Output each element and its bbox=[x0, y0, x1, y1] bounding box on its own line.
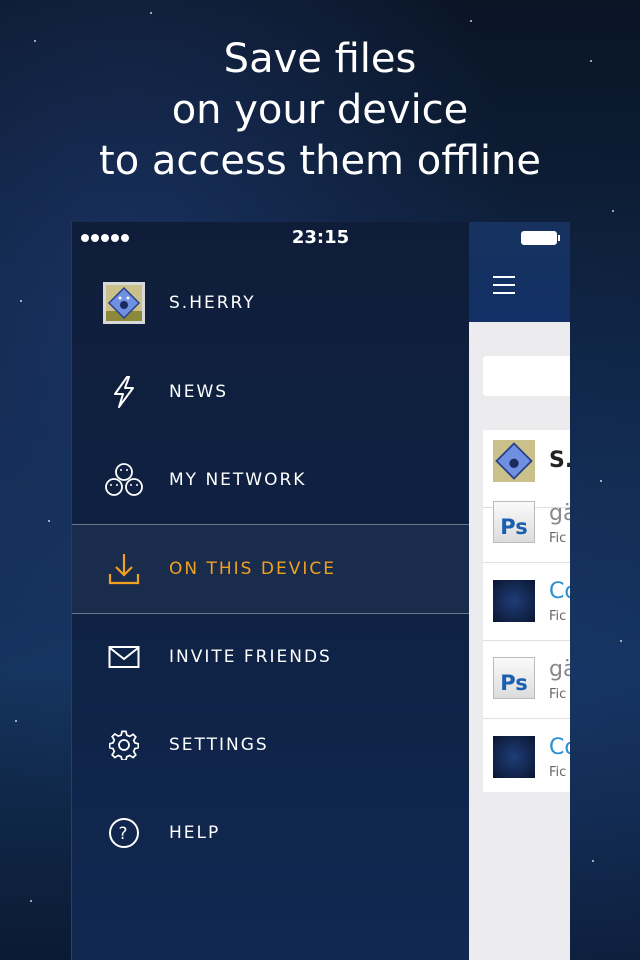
menu-item-on-this-device[interactable]: ON THIS DEVICE bbox=[72, 524, 470, 614]
image-thumbnail bbox=[493, 580, 535, 622]
list-item[interactable]: Co Fic bbox=[483, 563, 570, 641]
search-input[interactable] bbox=[483, 356, 570, 396]
menu-item-my-network[interactable]: MY NETWORK bbox=[72, 436, 470, 524]
list-item[interactable]: Ps gä Fic bbox=[483, 485, 570, 563]
help-icon: ? bbox=[102, 811, 146, 855]
image-thumbnail bbox=[493, 736, 535, 778]
list-item[interactable]: Co Fic bbox=[483, 719, 570, 796]
photoshop-file-icon: Ps bbox=[493, 657, 535, 699]
photoshop-file-icon: Ps bbox=[493, 501, 535, 543]
envelope-icon bbox=[102, 635, 146, 679]
menu-item-label: MY NETWORK bbox=[169, 470, 307, 490]
menu-item-help[interactable]: ? HELP bbox=[72, 789, 470, 877]
list-item-title: Co bbox=[549, 579, 570, 604]
hamburger-menu-icon[interactable] bbox=[493, 276, 515, 294]
status-time: 23:15 bbox=[291, 227, 350, 248]
menu-item-label: HELP bbox=[169, 823, 221, 843]
promo-headline: Save files on your device to access them… bbox=[0, 34, 640, 187]
status-bar: 23:15 bbox=[71, 222, 570, 254]
list-item-subtitle: Fic bbox=[549, 765, 567, 780]
menu-item-label: S.HERRY bbox=[169, 293, 256, 313]
network-icon bbox=[102, 458, 146, 502]
svg-text:?: ? bbox=[118, 824, 129, 844]
menu-item-news[interactable]: NEWS bbox=[72, 348, 470, 436]
menu-item-label: SETTINGS bbox=[169, 735, 269, 755]
headline-line-3: to access them offline bbox=[99, 138, 541, 184]
gear-icon bbox=[102, 723, 146, 767]
navigation-drawer: S.HERRY NEWS MY NETWORK ON THIS DEVICE I… bbox=[71, 222, 470, 960]
headline-line-2: on your device bbox=[171, 87, 469, 133]
list-item-subtitle: Fic bbox=[549, 609, 567, 624]
list-item[interactable]: Ps gä Fic bbox=[483, 641, 570, 719]
avatar bbox=[493, 440, 535, 482]
file-list: S. Ps gä Fic Co Fic Ps gä Fic Co Fic bbox=[483, 430, 570, 792]
headline-line-1: Save files bbox=[223, 36, 417, 82]
list-item-subtitle: Fic bbox=[549, 531, 567, 546]
menu-item-label: INVITE FRIENDS bbox=[169, 647, 332, 667]
main-content-peek: S. Ps gä Fic Co Fic Ps gä Fic Co Fic bbox=[469, 222, 570, 960]
battery-icon bbox=[521, 231, 560, 245]
avatar bbox=[102, 281, 146, 325]
list-item-subtitle: Fic bbox=[549, 687, 567, 702]
list-item-title: gä bbox=[549, 657, 570, 682]
bolt-icon bbox=[102, 370, 146, 414]
menu-item-profile[interactable]: S.HERRY bbox=[72, 259, 470, 347]
list-item-title: gä bbox=[549, 501, 570, 526]
menu-item-settings[interactable]: SETTINGS bbox=[72, 701, 470, 789]
list-item-title: S. bbox=[549, 448, 570, 473]
download-icon bbox=[102, 547, 146, 591]
menu-item-invite-friends[interactable]: INVITE FRIENDS bbox=[72, 613, 470, 701]
list-item-title: Co bbox=[549, 735, 570, 760]
menu-item-label: NEWS bbox=[169, 382, 229, 402]
phone-screen: 23:15 S.HERRY NEWS MY NETWORK ON THIS DE… bbox=[71, 222, 570, 960]
menu-item-label: ON THIS DEVICE bbox=[169, 559, 336, 579]
